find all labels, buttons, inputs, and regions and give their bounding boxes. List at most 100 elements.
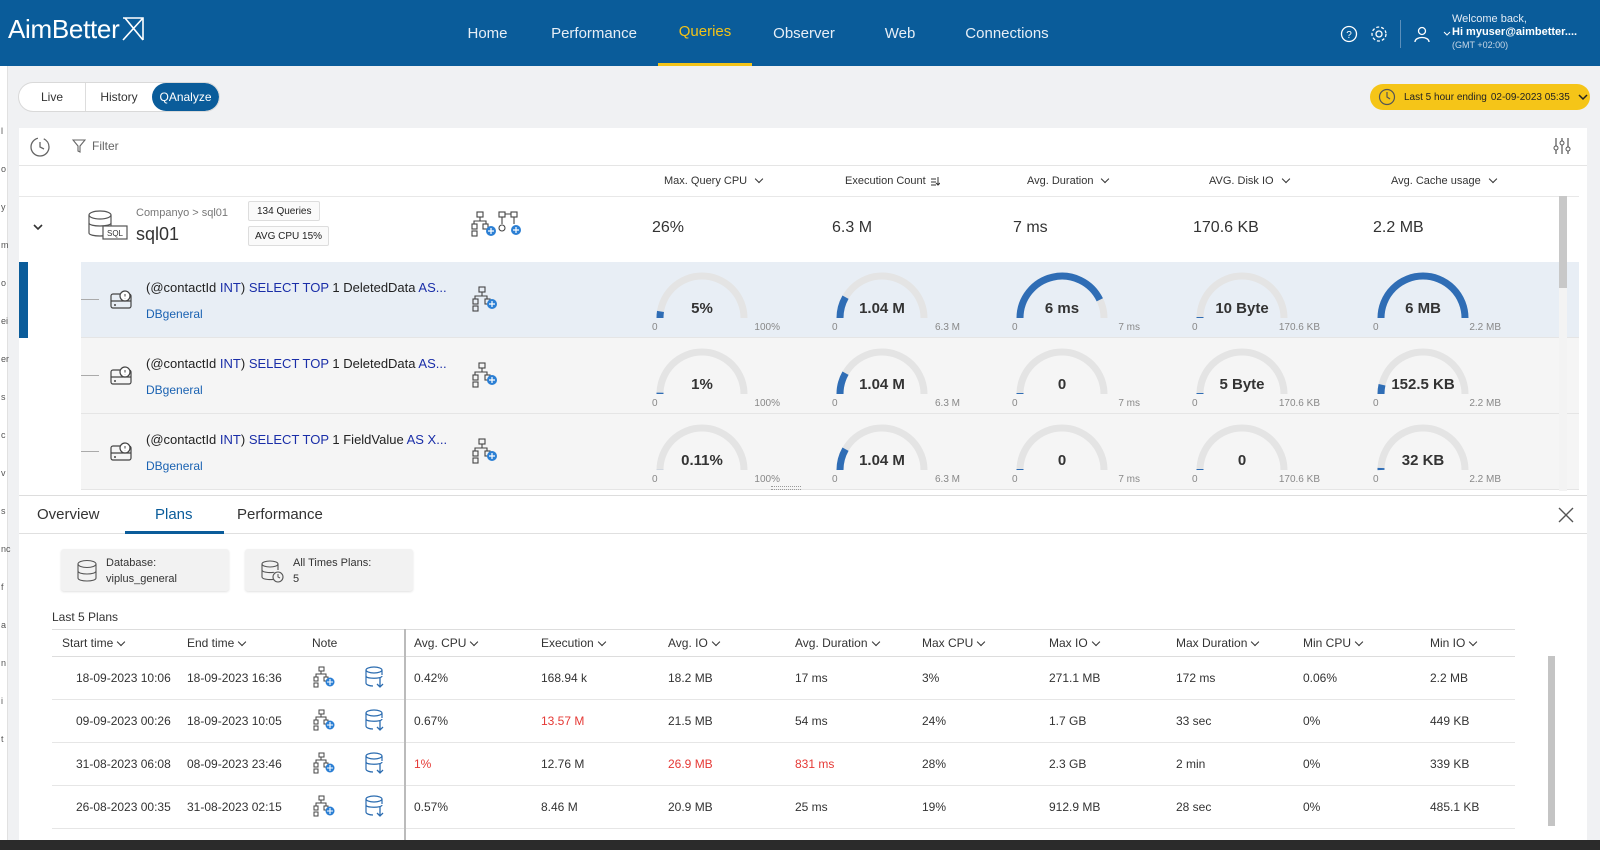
- download-plan-icon[interactable]: [364, 665, 386, 689]
- download-plan-icon[interactable]: [364, 794, 386, 818]
- plan-view-cell[interactable]: [302, 699, 354, 743]
- sidebar-item-fragment[interactable]: s: [1, 506, 6, 516]
- close-icon[interactable]: [1557, 506, 1575, 524]
- plans-cell-value: 172 ms: [1176, 671, 1216, 685]
- query-row[interactable]: (@contactId INT) SELECT TOP 1 FieldValue…: [81, 414, 1579, 490]
- scrollbar[interactable]: [1559, 196, 1567, 491]
- tab-live[interactable]: Live: [19, 83, 85, 111]
- nav-home[interactable]: Home: [465, 0, 510, 66]
- execution-plan-icon[interactable]: [471, 286, 499, 312]
- query-database-link[interactable]: DBgeneral: [146, 459, 203, 473]
- sidebar-item-fragment[interactable]: s: [1, 392, 6, 402]
- plan-view-cell[interactable]: [302, 742, 354, 786]
- plans-col-header[interactable]: End time: [177, 629, 302, 657]
- plans-row[interactable]: 18-09-2023 10:06 18-09-2023 16:36 0.42% 168…: [52, 656, 1515, 700]
- tab-qanalyze[interactable]: QAnalyze: [152, 83, 219, 111]
- column-settings-icon[interactable]: [1552, 136, 1572, 156]
- sidebar-item-fragment[interactable]: o: [1, 164, 6, 174]
- plans-col-header[interactable]: Min CPU: [1293, 629, 1420, 657]
- server-row[interactable]: SQL Companyo > sql01 sql01 134 Queries A…: [19, 196, 1579, 263]
- sidebar-item-fragment[interactable]: a: [1, 620, 6, 630]
- tab-history[interactable]: History: [85, 83, 152, 111]
- plans-col-header[interactable]: Avg. CPU: [404, 629, 531, 657]
- sidebar-item-fragment[interactable]: er: [1, 354, 9, 364]
- sidebar-item-fragment[interactable]: f: [1, 582, 4, 592]
- plans-col-header[interactable]: Avg. Duration: [785, 629, 912, 657]
- plans-row[interactable]: 09-09-2023 00:26 18-09-2023 10:05 0.67% 13.…: [52, 699, 1515, 743]
- col-avg-cache-usage[interactable]: Avg. Cache usage: [1391, 174, 1497, 187]
- gauge-min: 0: [1192, 474, 1198, 485]
- download-plan-cell[interactable]: [354, 785, 404, 829]
- plans-col-header[interactable]: Execution: [531, 629, 658, 657]
- col-avg-duration[interactable]: Avg. Duration: [1027, 174, 1110, 187]
- sidebar-item-fragment[interactable]: m: [1, 240, 9, 250]
- app-logo[interactable]: AimBetter: [8, 14, 147, 45]
- nav-observer[interactable]: Observer: [772, 0, 836, 66]
- query-row[interactable]: (@contactId INT) SELECT TOP 1 DeletedDat…: [81, 338, 1579, 414]
- query-database-link[interactable]: DBgeneral: [146, 307, 203, 321]
- sidebar-item-fragment[interactable]: y: [1, 202, 6, 212]
- download-plan-icon[interactable]: [364, 751, 386, 775]
- time-range-selector[interactable]: Last 5 hour ending 02-09-2023 05:35: [1370, 84, 1590, 110]
- nav-connections[interactable]: Connections: [964, 0, 1050, 66]
- sidebar-item-fragment[interactable]: v: [1, 468, 6, 478]
- user-icon[interactable]: [1413, 25, 1431, 43]
- download-plan-cell[interactable]: [354, 656, 404, 700]
- sidebar-item-fragment[interactable]: ei: [1, 316, 8, 326]
- tab-overview[interactable]: Overview: [37, 506, 100, 523]
- sidebar-item-fragment[interactable]: o: [1, 278, 6, 288]
- plan-view-cell[interactable]: [302, 656, 354, 700]
- query-row[interactable]: (@contactId INT) SELECT TOP 1 DeletedDat…: [81, 262, 1579, 338]
- plans-col-header[interactable]: Note: [302, 629, 354, 657]
- execution-plan-icon[interactable]: [471, 438, 499, 464]
- execution-plan-icon[interactable]: [471, 362, 499, 388]
- col-execution-count[interactable]: Execution Count: [845, 175, 940, 187]
- help-icon[interactable]: ?: [1340, 25, 1358, 43]
- download-plan-cell[interactable]: [354, 699, 404, 743]
- table-scrollbar-thumb[interactable]: [1548, 656, 1555, 826]
- gear-icon[interactable]: [1370, 25, 1388, 43]
- download-plan-cell[interactable]: [354, 742, 404, 786]
- plans-col-header[interactable]: Start time: [52, 629, 177, 657]
- sidebar-item-fragment[interactable]: t: [1, 734, 4, 744]
- user-menu[interactable]: Welcome back, Hi myuser@aimbetter.... (G…: [1452, 13, 1577, 52]
- nav-queries[interactable]: Queries: [658, 0, 752, 66]
- tab-performance[interactable]: Performance: [237, 506, 323, 523]
- sidebar-item-fragment[interactable]: n: [1, 658, 6, 668]
- col-avg-disk-io[interactable]: AVG. Disk IO: [1209, 174, 1290, 187]
- sidebar-item-fragment[interactable]: c: [1, 430, 6, 440]
- expand-chevron-icon[interactable]: [32, 221, 44, 233]
- filter-label[interactable]: Filter: [92, 139, 119, 153]
- plans-cell: 2.3 GB: [1039, 742, 1166, 786]
- col-max-query-cpu[interactable]: Max. Query CPU: [664, 174, 764, 187]
- sidebar-item-fragment[interactable]: nc: [1, 544, 11, 554]
- plans-col-header[interactable]: Min IO: [1420, 629, 1515, 657]
- plans-col-header[interactable]: Max Duration: [1166, 629, 1293, 657]
- plans-col-header[interactable]: Max IO: [1039, 629, 1166, 657]
- query-paren: ): [240, 356, 249, 371]
- chevron-down-icon[interactable]: [1443, 30, 1451, 38]
- history-clock-icon[interactable]: [29, 136, 53, 158]
- plan-view-cell[interactable]: [302, 785, 354, 829]
- sidebar-item-fragment[interactable]: i: [1, 696, 3, 706]
- scrollbar-thumb[interactable]: [1559, 196, 1567, 288]
- query-database-link[interactable]: DBgeneral: [146, 383, 203, 397]
- plans-col-header[interactable]: Max CPU: [912, 629, 1039, 657]
- tab-plans[interactable]: Plans: [155, 506, 193, 523]
- execution-plan-icon[interactable]: [312, 795, 336, 817]
- resize-handle[interactable]: [771, 486, 801, 490]
- nav-web[interactable]: Web: [885, 0, 916, 66]
- download-plan-icon[interactable]: [364, 708, 386, 732]
- compare-plans-icon[interactable]: [471, 211, 523, 237]
- sidebar-item-fragment[interactable]: l: [1, 126, 3, 136]
- execution-plan-icon[interactable]: [312, 752, 336, 774]
- execution-plan-icon[interactable]: [312, 666, 336, 688]
- plans-cell: 31-08-2023 06:08: [52, 742, 177, 786]
- plans-row[interactable]: 31-08-2023 06:08 08-09-2023 23:46 1% 12.76 …: [52, 742, 1515, 786]
- execution-plan-icon[interactable]: [312, 709, 336, 731]
- plans-row[interactable]: 26-08-2023 00:35 31-08-2023 02:15 0.57% 8.4…: [52, 785, 1515, 829]
- query-text: (@contactId INT) SELECT TOP 1 DeletedDat…: [146, 280, 447, 295]
- plans-col-header[interactable]: Avg. IO: [658, 629, 785, 657]
- filter-icon[interactable]: [72, 139, 86, 153]
- nav-performance[interactable]: Performance: [536, 0, 652, 66]
